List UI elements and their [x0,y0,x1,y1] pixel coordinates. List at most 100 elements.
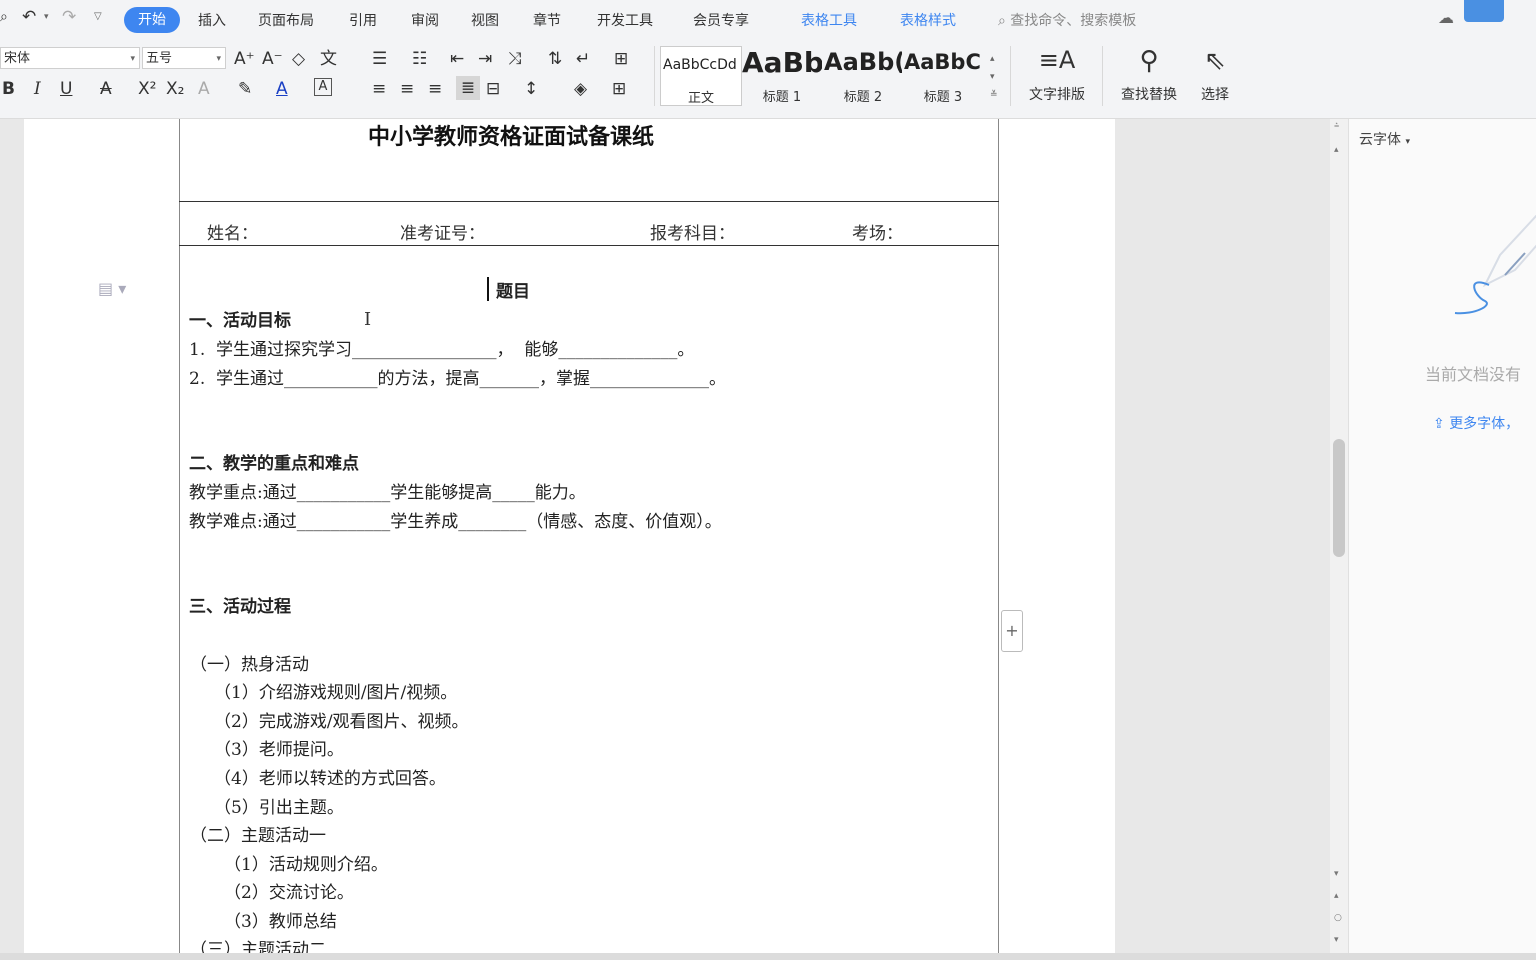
browse-object-icon[interactable]: ○ [1334,913,1342,923]
text-layout-button[interactable]: ≡A 文字排版 [1018,46,1096,103]
scroll-up-icon[interactable]: ▴ [1334,145,1339,155]
phonetic-guide-icon[interactable]: 文 [320,48,337,70]
key-point-line: 教学重点:通过___________学生能够提高_____能力。 [189,483,586,503]
redo-icon[interactable]: ↷ [62,7,76,27]
style-label: 标题 1 [762,90,802,104]
text-effect-icon[interactable]: A [198,78,210,100]
tab-developer[interactable]: 开发工具 [597,10,653,30]
underline-icon[interactable]: U [60,78,72,100]
char-border-icon[interactable]: A [314,78,332,96]
next-page-icon[interactable]: ▾ [1334,935,1339,945]
select-button[interactable]: ⇖ 选择 [1190,46,1240,103]
style-heading-1[interactable]: AaBb 标题 1 [742,46,822,104]
style-more-icon[interactable]: ≚ [990,84,998,106]
document-canvas[interactable]: ▤ ▾ 中小学教师资格证面试备课纸 姓名： 准考证号： 报考科目： 考场： 题目… [24,119,1115,960]
text-layout-icon: ≡A [1038,46,1076,74]
cloud-service-badge[interactable] [1464,0,1504,22]
empty-state-text: 当前文档没有 [1425,365,1522,384]
font-size-select[interactable]: 五号 ▾ [142,47,226,69]
vertical-scrollbar[interactable]: ⩮ ▴ ▾ ▴ ○ ▾ [1330,119,1348,960]
tab-review[interactable]: 审阅 [411,10,439,30]
add-table-column-button[interactable]: + [1001,610,1023,652]
grow-font-icon[interactable]: A⁺ [234,48,255,70]
find-replace-button[interactable]: ⚲ 查找替换 [1110,46,1188,103]
bold-icon[interactable]: B [2,78,15,100]
tab-home[interactable]: 开始 [124,7,180,33]
superscript-icon[interactable]: X² [138,78,156,100]
clear-format-icon[interactable]: ◇ [292,48,305,70]
section-title-process: 三、活动过程 [189,597,291,617]
table-style-icon[interactable]: ⊞ [614,48,628,70]
subscript-icon[interactable]: X₂ [166,78,184,100]
bottom-strip [0,953,1536,960]
field-exam-room: 考场： [852,224,903,244]
empty-state-illustration-icon [1454,215,1536,315]
table-rule [179,201,999,202]
objective-line: 2. 学生通过___________的方法，提高_______，掌握______… [189,369,727,389]
list-item: （3）老师提问。 [214,740,344,760]
strikethrough-icon[interactable]: A [100,78,112,100]
field-name: 姓名： [207,224,258,244]
line-spacing-icon[interactable]: ↕ [524,78,538,100]
font-name-value: 宋体 [4,51,31,66]
align-left-icon[interactable]: ≡ [372,78,386,100]
highlight-icon[interactable]: ✎ [238,78,252,100]
font-color-icon[interactable]: A [276,78,288,100]
quick-access-dropdown-icon[interactable]: ▽ [94,11,102,22]
style-sample: AaBbCcDd [663,57,737,73]
cloud-font-panel: 云字体 ▾ 当前文档没有 ⇪ 更多字体， [1348,119,1536,960]
document-options-icon[interactable]: ▤ ▾ [98,279,126,298]
tab-page-layout[interactable]: 页面布局 [258,10,314,30]
find-replace-label: 查找替换 [1121,87,1177,103]
tab-references[interactable]: 引用 [349,10,377,30]
scroll-top-icon[interactable]: ⩮ [1334,121,1339,131]
italic-icon[interactable]: I [34,78,41,100]
style-heading-3[interactable]: AaBbC( 标题 3 [904,46,982,104]
borders-icon[interactable]: ⊞ [612,78,626,100]
paragraph-mark-icon[interactable]: ↵ [576,48,590,70]
style-heading-2[interactable]: AaBb( 标题 2 [824,46,902,104]
magnifier-icon: ⚲ [1139,46,1159,76]
tab-table-tools[interactable]: 表格工具 [801,10,857,30]
shrink-font-icon[interactable]: A⁻ [262,48,283,70]
undo-icon[interactable]: ↶ [22,7,36,27]
tab-view[interactable]: 视图 [471,10,499,30]
increase-indent-icon[interactable]: ⇥ [478,48,492,70]
font-name-select[interactable]: 宋体 ▾ [0,47,140,69]
ribbon-separator [1010,46,1011,106]
more-fonts-link[interactable]: ⇪ 更多字体， [1433,413,1519,433]
cursor-pointer-icon: ⇖ [1204,46,1226,76]
undo-dropdown-icon[interactable]: ▾ [44,12,49,22]
preview-icon[interactable]: ⌕ [0,9,8,25]
scroll-down-icon[interactable]: ▾ [1334,869,1339,879]
text-direction-icon[interactable]: ⤨ [508,48,522,70]
justify-icon[interactable]: ≣ [456,76,480,100]
sort-icon[interactable]: ⇅ [548,48,562,70]
align-center-icon[interactable]: ≡ [400,78,414,100]
topic-heading: 题目 [496,282,530,302]
tab-section[interactable]: 章节 [533,10,561,30]
shading-icon[interactable]: ◈ [574,78,587,100]
tab-insert[interactable]: 插入 [198,10,226,30]
document-title: 中小学教师资格证面试备课纸 [368,124,655,150]
ibeam-cursor-icon: I [364,309,372,330]
style-normal[interactable]: AaBbCcDd 正文 [660,46,742,106]
numbered-list-icon[interactable]: ☷ [412,48,427,70]
chevron-down-icon: ▾ [216,54,221,64]
distribute-icon[interactable]: ⊟ [486,78,500,100]
tab-member[interactable]: 会员专享 [693,10,749,30]
chevron-down-icon: ▾ [1405,137,1410,147]
scroll-thumb[interactable] [1333,439,1345,557]
list-item: （4）老师以转述的方式回答。 [214,769,446,789]
align-right-icon[interactable]: ≡ [428,78,442,100]
objective-line: 1. 学生通过探究学习_________________， 能够________… [189,340,695,360]
cloud-font-title[interactable]: 云字体 ▾ [1359,129,1410,149]
decrease-indent-icon[interactable]: ⇤ [450,48,464,70]
list-item: （2）完成游戏/观看图片、视频。 [214,712,469,732]
cloud-sync-icon[interactable]: ☁ [1438,8,1454,27]
field-subject: 报考科目： [650,224,735,244]
bullet-list-icon[interactable]: ☰ [372,48,387,70]
command-search[interactable]: ⌕ 查找命令、搜索模板 [998,10,1136,30]
tab-table-style[interactable]: 表格样式 [900,10,956,30]
previous-page-icon[interactable]: ▴ [1334,891,1339,901]
